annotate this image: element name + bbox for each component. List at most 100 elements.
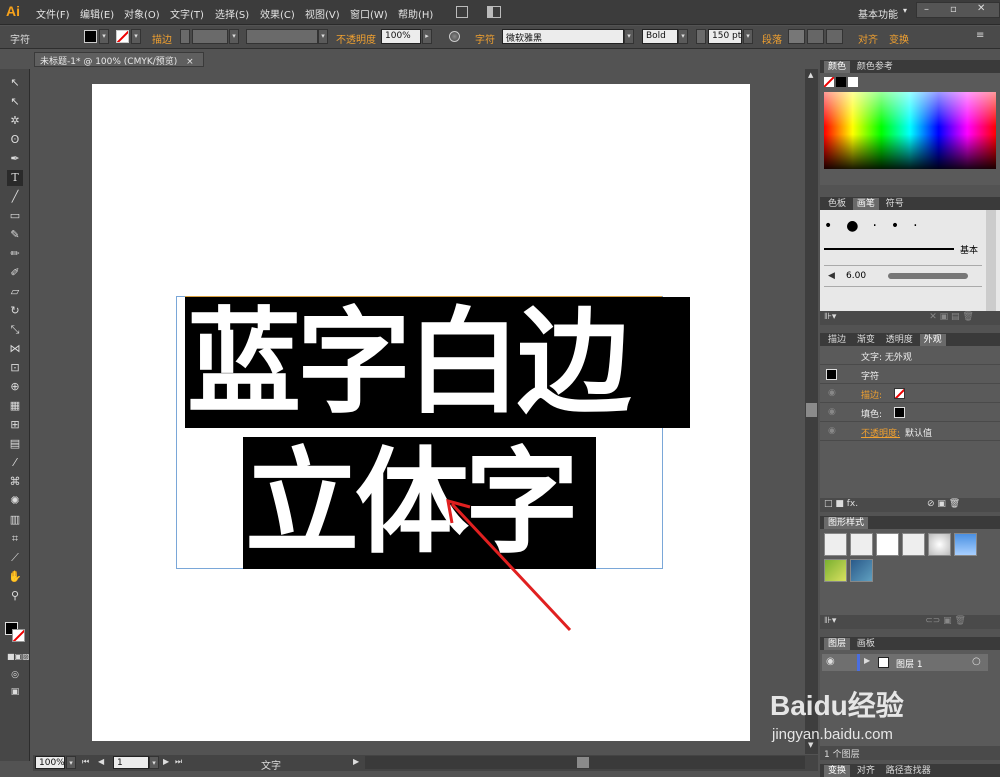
artboard[interactable]: 蓝字白边 立体字 [92,84,750,741]
brush-library-icon[interactable]: ⊪▾ [824,312,836,322]
text-line-1[interactable]: 蓝字白边 [185,297,690,428]
layer-name[interactable]: 图层 1 [896,657,923,670]
color-spectrum[interactable] [824,92,996,169]
profile-dropdown[interactable]: ▾ [318,29,328,44]
font-family-field[interactable]: 微软雅黑 [502,29,624,44]
paintbrush-icon[interactable]: ✎ [7,227,23,243]
magic-wand-icon[interactable]: ✲ [7,113,23,129]
vertical-scroll-thumb[interactable] [806,403,817,417]
mesh-tool-icon[interactable]: ⊞ [7,417,23,433]
eyedropper-icon[interactable]: ⁄ [7,455,23,471]
stroke-weight-field[interactable] [192,29,228,44]
menu-help[interactable]: 帮助(H) [398,6,433,21]
appearance-stroke-label[interactable]: 描边: [861,388,882,401]
prev-artboard-icon[interactable]: ◀ [98,757,104,766]
document-tab[interactable]: 未标题-1* @ 100% (CMYK/预览) × [34,52,204,67]
arrange-docs-icon[interactable] [487,6,501,18]
minimize-icon[interactable]: – [924,4,929,15]
bridge-icon[interactable] [456,6,468,18]
opacity-dropdown[interactable]: ▸ [422,29,432,44]
font-size-field[interactable]: 150 pt [708,29,742,44]
maximize-icon[interactable]: ▫ [950,4,957,15]
type-tool-icon[interactable]: T [7,170,23,186]
stroke-dropdown[interactable]: ▾ [131,29,141,44]
tab-layers[interactable]: 图层 [824,638,851,650]
line-tool-icon[interactable]: ╱ [7,189,23,205]
scroll-down-icon[interactable]: ▼ [808,741,813,749]
fill-dropdown[interactable]: ▾ [99,29,109,44]
tab-stroke[interactable]: 描边 [824,334,850,346]
font-size-stepper[interactable] [696,29,706,44]
tab-color-guide[interactable]: 颜色参考 [853,61,897,73]
screen-mode-icon[interactable]: ▣ [7,684,23,700]
first-artboard-icon[interactable]: ⏮ [82,757,89,767]
brush-scrollbar[interactable] [986,210,996,311]
tab-align[interactable]: 对齐 [853,765,879,777]
stroke-swatch[interactable] [116,30,129,43]
direct-selection-tool-icon[interactable]: ↖ [7,94,23,110]
style-none[interactable] [850,533,873,556]
zoom-dropdown[interactable]: ▾ [66,756,76,769]
menu-type[interactable]: 文字(T) [170,6,204,21]
zoom-field[interactable]: 100% [35,756,65,769]
align-center-icon[interactable] [807,29,824,44]
scroll-up-icon[interactable]: ▲ [808,71,813,79]
vertical-scrollbar[interactable]: ▲ ▼ [805,69,818,754]
panel-menu-icon[interactable]: ≡ [976,30,984,41]
none-swatch-icon[interactable] [824,77,834,87]
color-modes-icon[interactable]: ■▣▨ [7,649,30,665]
horizontal-scrollbar[interactable] [365,756,805,769]
char-label[interactable]: 字符 [475,31,495,46]
menu-select[interactable]: 选择(S) [215,6,249,21]
brush-presets[interactable]: •●·•· [824,216,954,236]
rotate-icon[interactable]: ↻ [7,303,23,319]
artboard-number-field[interactable]: 1 [113,756,149,769]
tab-transparency[interactable]: 透明度 [882,334,917,346]
basic-brush-stroke[interactable] [824,248,954,250]
workspace-switcher[interactable]: 基本功能 [858,6,898,21]
tab-swatches[interactable]: 色板 [824,198,850,210]
align-label[interactable]: 对齐 [858,31,878,46]
font-size-dropdown[interactable]: ▾ [743,29,753,44]
perspective-grid-icon[interactable]: ▦ [7,398,23,414]
menu-window[interactable]: 窗口(W) [350,6,388,21]
pen-tool-icon[interactable]: ✒ [7,151,23,167]
free-transform-icon[interactable]: ⊡ [7,360,23,376]
fill-swatch[interactable] [84,30,97,43]
rectangle-tool-icon[interactable]: ▭ [7,208,23,224]
tab-gradient[interactable]: 渐变 [853,334,879,346]
brush-actions[interactable]: ✕ ▣ ▤ 🗑 [929,312,974,322]
tab-artboards[interactable]: 画板 [853,638,879,650]
column-graph-icon[interactable]: ▥ [7,512,23,528]
align-left-icon[interactable] [788,29,805,44]
tab-appearance[interactable]: 外观 [919,334,946,346]
layer-row[interactable]: ◉ ▶ 图层 1 ○ [822,654,988,671]
transform-label[interactable]: 变换 [889,31,909,46]
slice-tool-icon[interactable]: ⟋ [7,550,23,566]
appearance-stroke-row[interactable]: ◉ 描边: [820,384,1000,403]
close-icon[interactable]: ✕ [977,3,985,14]
font-style-dropdown[interactable]: ▾ [678,29,688,44]
tab-transform[interactable]: 变换 [824,765,851,777]
eye-icon[interactable]: ◉ [828,407,836,417]
stroke-none-icon[interactable] [894,388,905,399]
style-green[interactable] [824,559,847,582]
appearance-char-row[interactable]: 字符 [820,365,1000,384]
menu-view[interactable]: 视图(V) [305,6,340,21]
tab-graphic-styles[interactable]: 图形样式 [824,517,869,529]
black-swatch[interactable] [836,77,846,87]
symbol-sprayer-icon[interactable]: ✺ [7,493,23,509]
artboard-dropdown[interactable]: ▾ [149,756,159,769]
horizontal-scroll-thumb[interactable] [577,757,589,768]
target-icon[interactable]: ○ [972,656,981,667]
pencil-icon[interactable]: ✏ [7,246,23,262]
font-family-dropdown[interactable]: ▾ [624,29,634,44]
width-tool-icon[interactable]: ⋈ [7,341,23,357]
menu-effect[interactable]: 效果(C) [260,6,295,21]
style-white[interactable] [876,533,899,556]
status-menu-icon[interactable]: ▶ [353,757,359,766]
scale-icon[interactable]: ⤡ [7,322,23,338]
menu-edit[interactable]: 编辑(E) [80,6,114,21]
next-artboard-icon[interactable]: ▶ [163,757,169,766]
gradient-tool-icon[interactable]: ▤ [7,436,23,452]
